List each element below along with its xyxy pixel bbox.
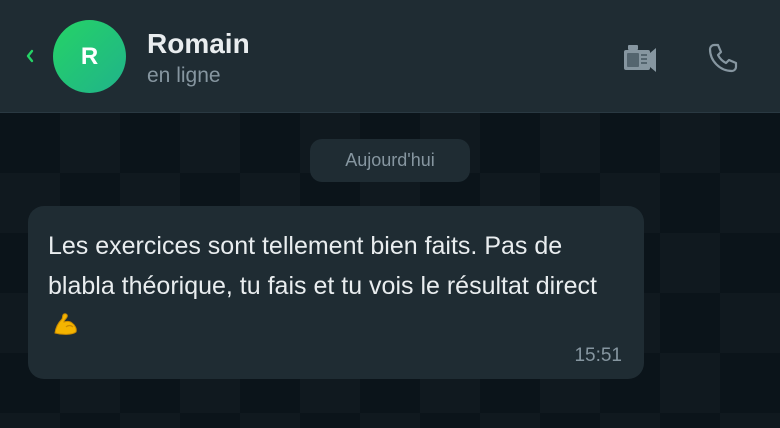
avatar-initial: R [80,42,99,70]
chat-header: R Romain en ligne [0,0,780,113]
date-separator: Aujourd'hui [310,139,470,182]
message-timestamp: 15:51 [574,345,622,366]
video-call-button[interactable] [620,38,660,78]
contact-status: en ligne [147,64,221,87]
back-button[interactable] [22,44,38,68]
video-call-icon [624,45,656,72]
message-text-container: Les exercices sont tellement bien faits.… [48,226,626,349]
incoming-message-bubble[interactable]: Les exercices sont tellement bien faits.… [28,206,644,379]
contact-name[interactable]: Romain [147,28,250,60]
message-text: Les exercices sont tellement bien faits.… [48,232,597,300]
phone-icon [708,43,738,73]
flexed-biceps-icon [52,309,80,349]
chat-window: R Romain en ligne Aujourd'hui Les exerci… [0,0,780,428]
avatar[interactable]: R [53,20,126,93]
phone-call-button[interactable] [703,38,743,78]
chevron-left-icon [26,49,34,63]
